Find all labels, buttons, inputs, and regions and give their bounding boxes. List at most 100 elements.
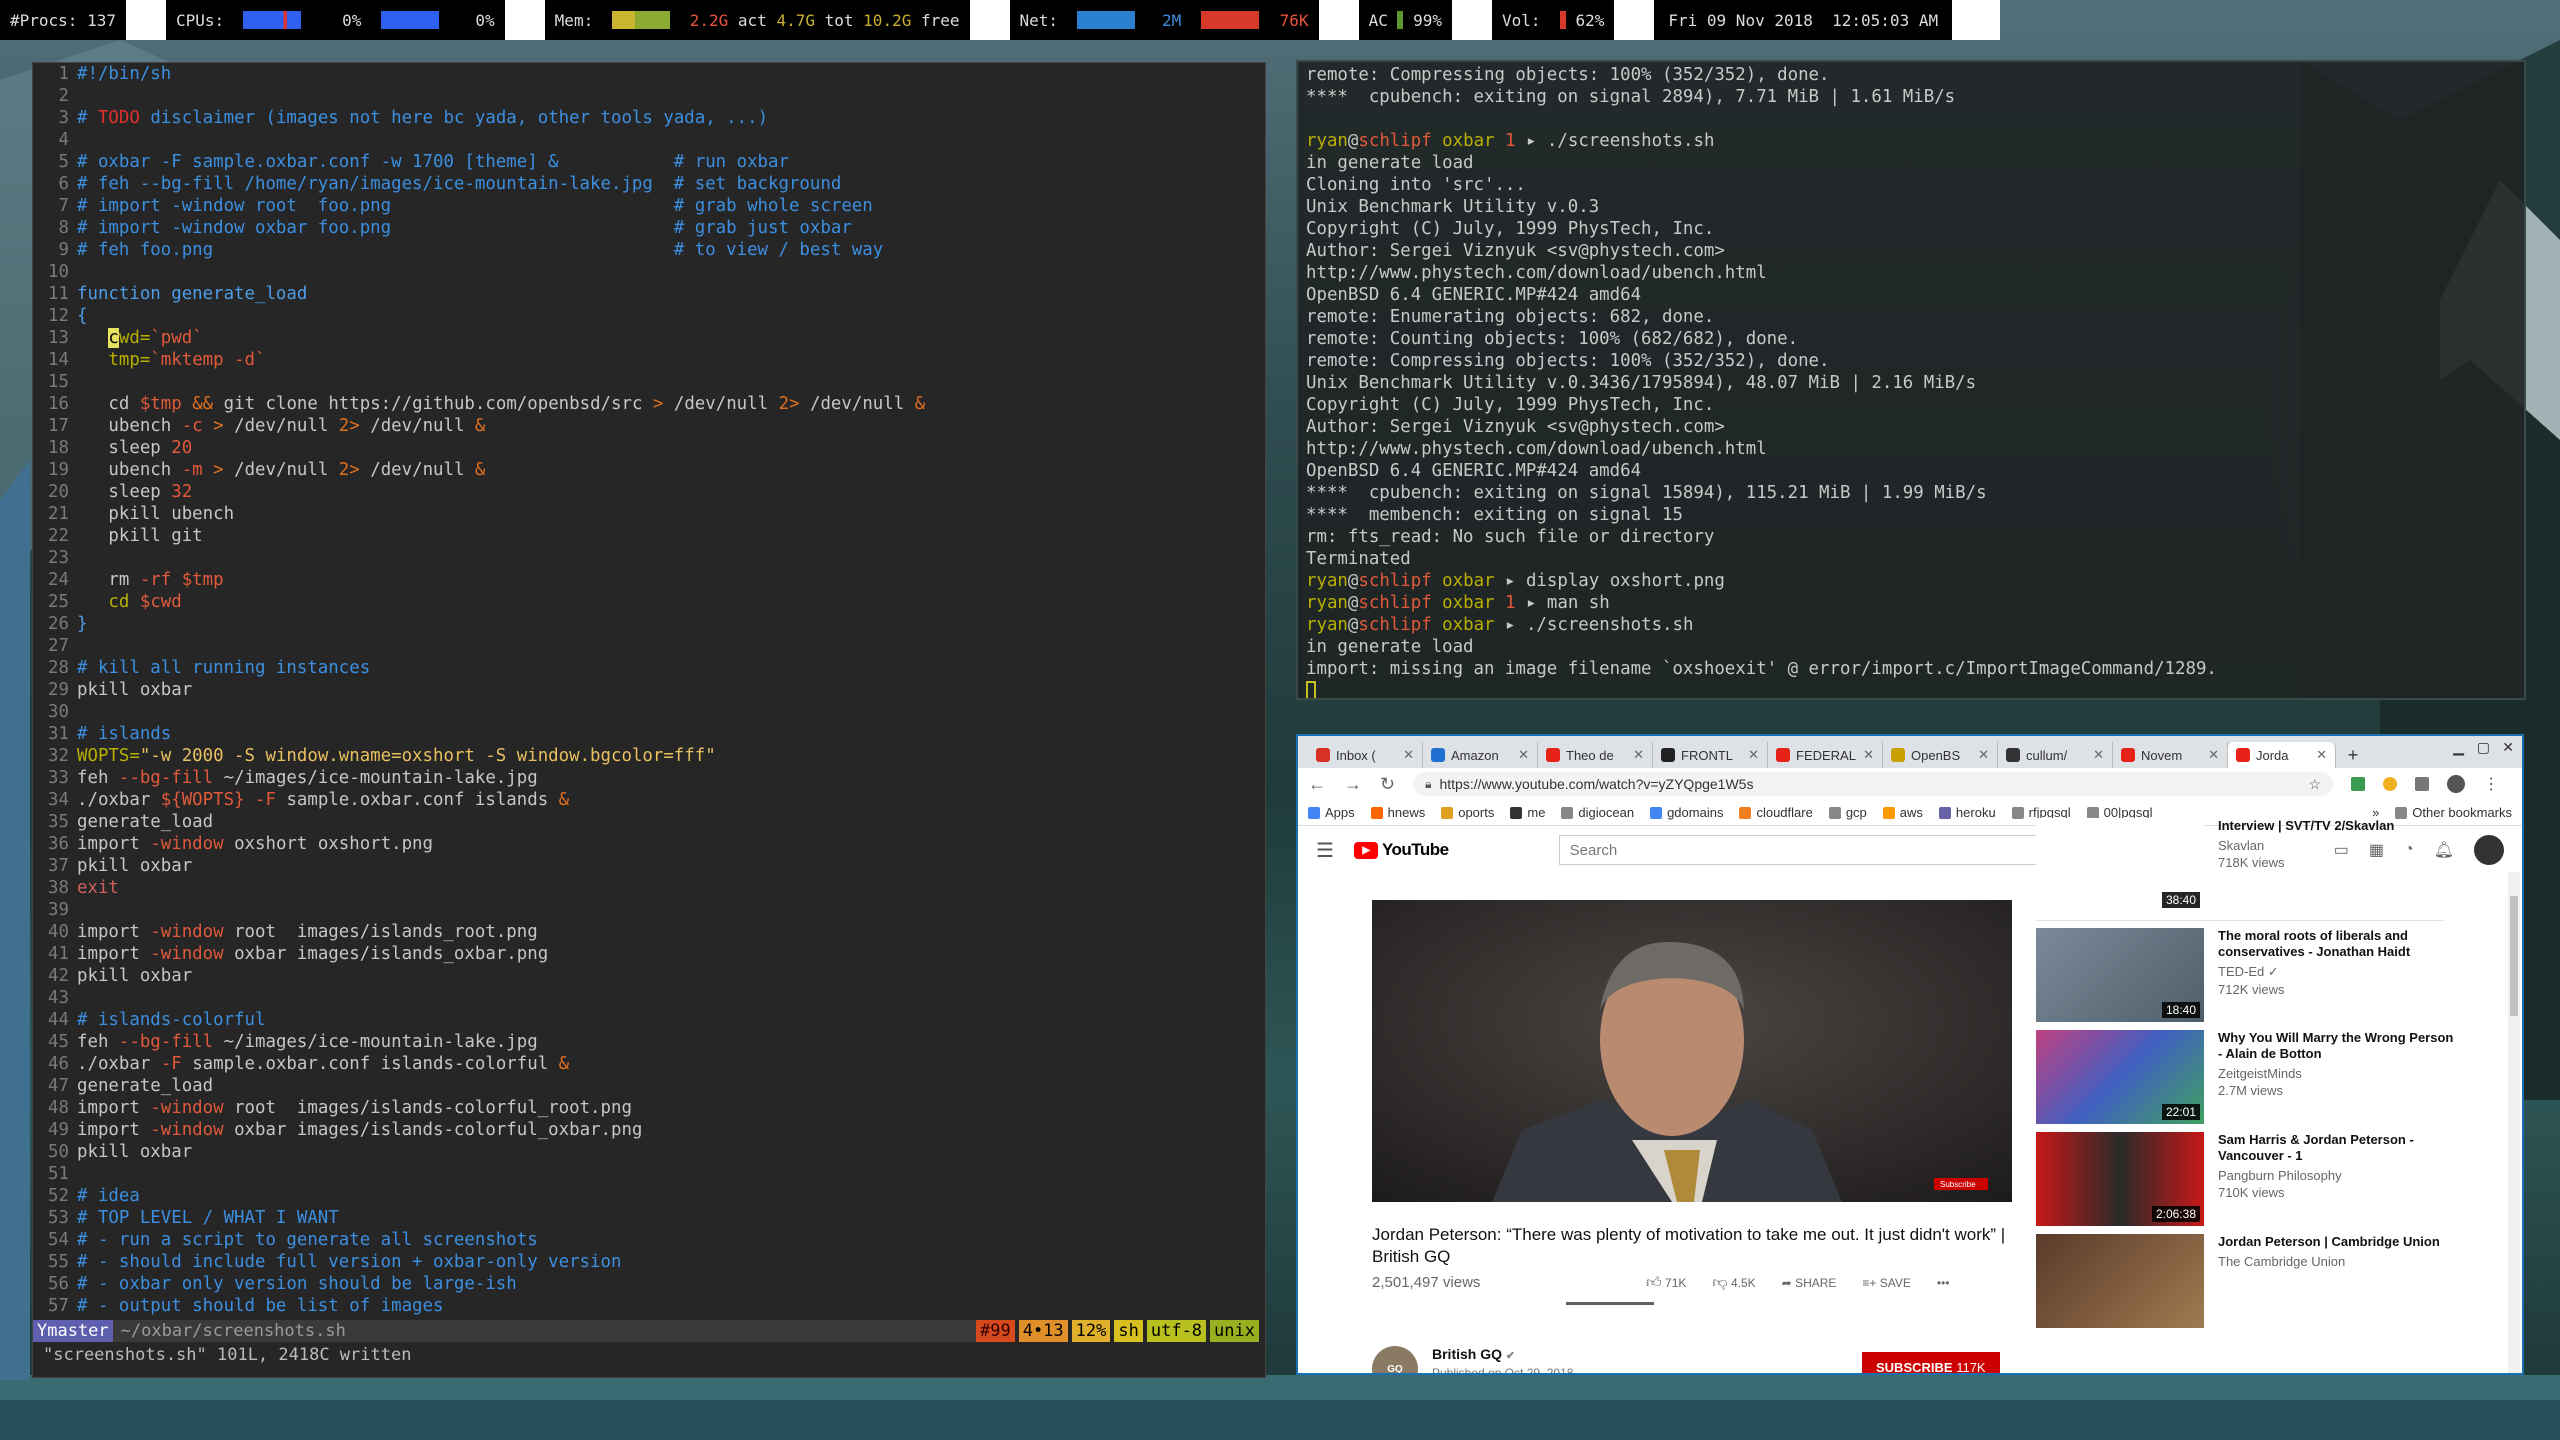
bookmark-item[interactable]: aws — [1882, 805, 1923, 820]
file-format: unix — [1210, 1320, 1259, 1342]
bookmark-label: gdomains — [1667, 805, 1724, 820]
tab-close-icon[interactable]: ✕ — [2093, 747, 2104, 763]
mem-free-label: free — [920, 10, 960, 30]
verified-icon: ✔ — [1505, 1350, 1516, 1362]
browser-tab[interactable]: cullum/ ✕ — [1998, 742, 2113, 768]
terminal-line: Cloning into 'src'... — [1306, 175, 1526, 195]
minimize-icon[interactable]: ▁ — [2453, 739, 2464, 756]
code-buffer[interactable]: 1 #!/bin/sh 2 3 # TODO disclaimer (images … — [33, 63, 1265, 1317]
terminal-prompt-line[interactable] — [1306, 680, 2516, 698]
bookmark-item[interactable]: gdomains — [1650, 805, 1723, 820]
profile-icon[interactable] — [2447, 775, 2466, 793]
extension-icon[interactable] — [2351, 777, 2366, 791]
related-video[interactable]: Jordan Peterson | Cambridge Union The Cam… — [2036, 1234, 2456, 1328]
tab-close-icon[interactable]: ✕ — [1863, 747, 1874, 763]
forward-icon[interactable]: → — [1344, 774, 1362, 795]
browser-tab[interactable]: Novem ✕ — [2113, 742, 2228, 768]
terminal-cursor — [1306, 681, 1316, 698]
save-button[interactable]: ≡+ SAVE — [1862, 1276, 1910, 1290]
tab-close-icon[interactable]: ✕ — [1403, 747, 1414, 763]
subscriber-count: 117K — [1956, 1360, 1986, 1375]
extension-icon[interactable] — [2383, 777, 2398, 791]
account-avatar[interactable] — [2474, 835, 2504, 865]
bookmark-item[interactable]: cloudflare — [1739, 805, 1813, 820]
browser-tab[interactable]: Amazon ✕ — [1423, 742, 1538, 768]
subscribe-label: SUBSCRIBE — [1876, 1360, 1953, 1375]
bookmark-item[interactable]: Apps — [1308, 805, 1355, 820]
youtube-logo[interactable]: ▶ YouTube — [1353, 840, 1449, 860]
bookmark-item[interactable]: gcp — [1828, 805, 1867, 820]
subscribe-button[interactable]: SUBSCRIBE 117K — [1862, 1352, 2000, 1375]
prompt-user: ryan — [1306, 571, 1348, 591]
tab-close-icon[interactable]: ✕ — [1748, 747, 1759, 763]
filetype: sh — [1114, 1320, 1143, 1342]
bookmark-item[interactable]: oports — [1441, 805, 1494, 820]
extension-icon[interactable] — [2415, 777, 2430, 791]
bookmark-star-icon[interactable]: ☆ — [2309, 776, 2322, 793]
browser-tab[interactable]: Theo de ✕ — [1538, 742, 1653, 768]
bookmark-favicon-icon — [1561, 806, 1574, 819]
more-actions-button[interactable]: ••• — [1937, 1276, 1950, 1290]
terminal-line: Unix Benchmark Utility v.0.3436/1795894)… — [1306, 373, 1977, 393]
share-button[interactable]: ➦ SHARE — [1782, 1276, 1837, 1290]
prompt-arrow: ▸ — [1515, 593, 1547, 613]
browser-tab[interactable]: Inbox (✕ — [1308, 742, 1423, 768]
tab-close-icon[interactable]: ✕ — [1518, 747, 1529, 763]
tab-close-icon[interactable]: ✕ — [2316, 747, 2327, 763]
browser-tab[interactable]: FRONTL ✕ — [1653, 742, 1768, 768]
mem-widget: Mem: 2.2G act 4.7G tot 10.2G free — [544, 0, 970, 40]
prompt-dir: oxbar — [1442, 131, 1495, 151]
like-count: 71K — [1665, 1276, 1687, 1290]
browser-tab[interactable]: Jorda ✕ — [2228, 742, 2336, 768]
related-video[interactable]: 22:01 Why You Will Marry the Wrong Perso… — [2036, 1030, 2456, 1124]
bookmark-item[interactable]: digiocean — [1561, 805, 1634, 820]
related-video-views: 710K views — [2218, 1185, 2285, 1200]
tab-label: FEDERAL — [1796, 747, 1856, 763]
procs-count: #Procs: 137 — [10, 10, 116, 30]
close-icon[interactable]: ✕ — [2502, 739, 2514, 756]
video-player[interactable]: Subscribe — [1372, 900, 2012, 1202]
channel-avatar[interactable]: GQ — [1372, 1346, 1418, 1373]
page-scrollbar[interactable] — [2508, 872, 2520, 1373]
terminal-window[interactable]: remote: Compressing objects: 100% (352/3… — [1296, 60, 2526, 700]
video-duration: 2:06:38 — [2151, 1206, 2200, 1222]
cpu-label: CPUs: — [175, 10, 225, 30]
player-subscribe-badge[interactable]: Subscribe — [1940, 1180, 1976, 1189]
browser-tab[interactable]: OpenBS ✕ — [1883, 742, 1998, 768]
prompt-host: schlipf — [1358, 615, 1432, 635]
like-button[interactable]: 👍︎ 71K — [1646, 1274, 1686, 1292]
tab-close-icon[interactable]: ✕ — [1633, 747, 1644, 763]
tab-close-icon[interactable]: ✕ — [2208, 747, 2219, 763]
cpu2-graph — [380, 11, 439, 29]
bookmark-favicon-icon — [2086, 806, 2099, 819]
bookmark-favicon-icon — [1650, 806, 1663, 819]
tab-label: cullum/ — [2026, 747, 2068, 763]
related-video-views: 712K views — [2218, 982, 2285, 997]
back-icon[interactable]: ← — [1308, 774, 1326, 795]
browser-window[interactable]: Inbox (✕ Amazon ✕ Theo de ✕ FRONTL ✕ FEDERAL ✕ Op… — [1296, 734, 2524, 1375]
related-video[interactable]: 38:40 Interview | SVT/TV 2/Skavlan Skavla… — [2036, 818, 2456, 912]
terminal-line: ryan@schlipf oxbar ▸ ./screenshots.sh — [1306, 614, 2516, 636]
tab-close-icon[interactable]: ✕ — [1978, 747, 1989, 763]
bookmark-item[interactable]: hnews — [1370, 805, 1425, 820]
channel-name[interactable]: British GQ ✔ — [1432, 1346, 1573, 1362]
vim-editor-window[interactable]: 1 #!/bin/sh 2 3 # TODO disclaimer (images … — [32, 62, 1266, 1378]
bookmark-label: aws — [1899, 805, 1923, 820]
menu-kebab-icon[interactable]: ⋮ — [2483, 774, 2499, 794]
terminal-line: remote: Compressing objects: 100% (352/3… — [1306, 351, 1830, 371]
address-bar[interactable]: 🔒︎ https://www.youtube.com/watch?v=yZYQp… — [1413, 772, 2334, 796]
scrollbar-thumb[interactable] — [2510, 896, 2518, 1016]
related-video[interactable]: 18:40 The moral roots of liberals and co… — [2036, 928, 2456, 1022]
related-video-title: Interview | SVT/TV 2/Skavlan — [2218, 818, 2395, 833]
browser-tab[interactable]: FEDERAL ✕ — [1768, 742, 1883, 768]
hamburger-menu-icon[interactable]: ☰ — [1316, 838, 1334, 863]
dislike-button[interactable]: 👎︎ 4.5K — [1712, 1274, 1755, 1292]
related-video[interactable]: 2:06:38 Sam Harris & Jordan Peterson - V… — [2036, 1132, 2456, 1226]
search-placeholder: Search — [1569, 841, 1618, 859]
maximize-icon[interactable]: ▢ — [2477, 739, 2490, 756]
new-tab-button[interactable]: + — [2336, 742, 2370, 768]
file-path: ~/oxbar/screenshots.sh — [112, 1320, 976, 1342]
bookmark-item[interactable]: me — [1510, 805, 1545, 820]
reload-icon[interactable]: ↻ — [1380, 774, 1395, 795]
bookmark-item[interactable]: heroku — [1938, 805, 1996, 820]
